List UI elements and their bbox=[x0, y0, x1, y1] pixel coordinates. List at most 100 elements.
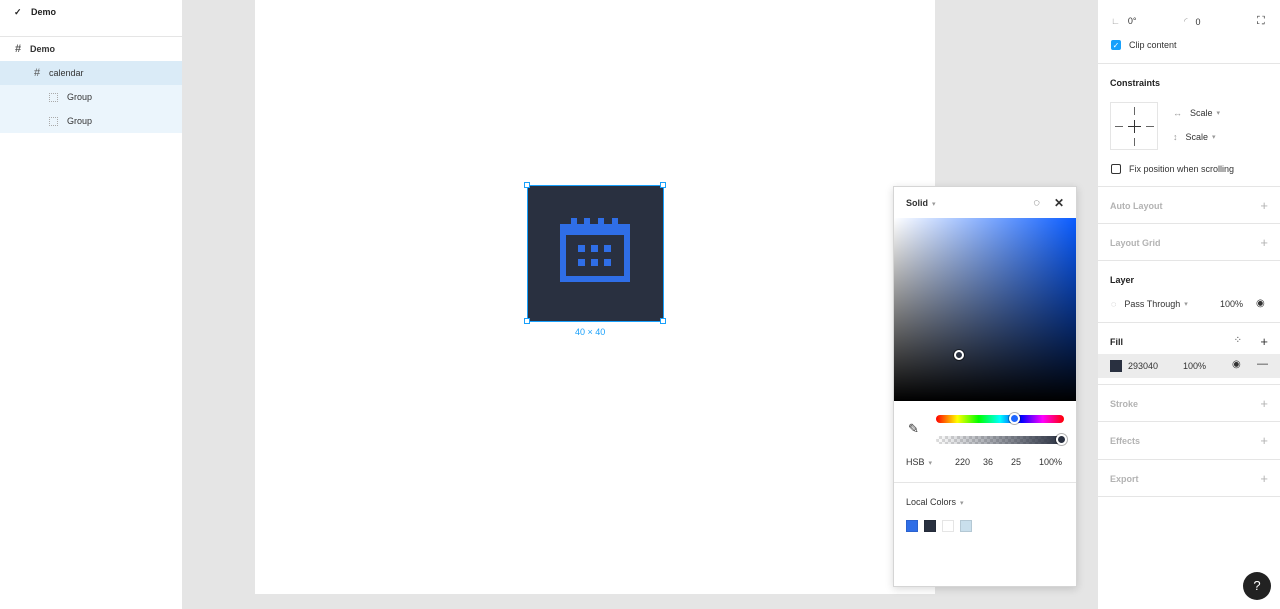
section-title: Stroke bbox=[1110, 399, 1139, 409]
section-title: Fill bbox=[1110, 337, 1123, 347]
section-title: Auto Layout bbox=[1110, 201, 1163, 211]
color-picker: Solid ▾ ◌ ✕ ✎ HSB ▾ 220 36 25 100% Local C… bbox=[893, 186, 1077, 587]
color-cursor[interactable] bbox=[954, 350, 964, 360]
constraint-label: Scale bbox=[1190, 108, 1213, 118]
saturation-brightness-area[interactable] bbox=[894, 218, 1076, 401]
saturation-input[interactable]: 36 bbox=[983, 457, 993, 467]
local-colors: Local Colors ▾ bbox=[894, 483, 1076, 532]
section-title: Export bbox=[1110, 474, 1139, 484]
add-effect-icon[interactable]: + bbox=[1260, 433, 1268, 448]
properties-panel: ∟ 0° ◜ 0 ⛶ ✓ Clip content Constraints ↔ … bbox=[1097, 0, 1280, 609]
close-icon[interactable]: ✕ bbox=[1054, 196, 1064, 210]
vertical-arrows-icon: ↕ bbox=[1173, 132, 1178, 142]
vertical-constraint-dropdown[interactable]: ↕ Scale ▾ bbox=[1173, 132, 1216, 142]
layer-calendar-frame[interactable]: # calendar bbox=[0, 61, 182, 85]
frame-section: ∟ 0° ◜ 0 ⛶ ✓ Clip content bbox=[1098, 0, 1280, 64]
chevron-down-icon: ▾ bbox=[932, 200, 936, 208]
blend-mode-dropdown[interactable]: ◌ Pass Through ▾ bbox=[1111, 299, 1188, 309]
color-swatch[interactable] bbox=[960, 520, 972, 532]
remove-fill-icon[interactable]: — bbox=[1257, 358, 1268, 370]
radius-field[interactable]: ◜ 0 bbox=[1184, 16, 1201, 27]
color-model-label: HSB bbox=[906, 457, 925, 467]
resize-handle-nw[interactable] bbox=[524, 182, 530, 188]
section-title: Constraints bbox=[1110, 78, 1161, 88]
independent-corners-icon[interactable]: ⛶ bbox=[1257, 15, 1265, 28]
fill-color-chip[interactable] bbox=[1110, 360, 1122, 372]
fill-row[interactable]: 293040 100% ◉ — bbox=[1098, 354, 1280, 378]
chevron-down-icon: ▾ bbox=[928, 460, 933, 467]
add-export-icon[interactable]: + bbox=[1260, 471, 1268, 486]
layer-group[interactable]: Group bbox=[0, 109, 182, 133]
fill-opacity-input[interactable]: 100% bbox=[1183, 361, 1206, 371]
layer-label: Group bbox=[67, 116, 93, 126]
hue-knob[interactable] bbox=[1009, 413, 1021, 424]
swatch-list bbox=[906, 520, 1064, 532]
export-section: Export + bbox=[1098, 460, 1280, 497]
stroke-section: Stroke + bbox=[1098, 385, 1280, 422]
opacity-slider[interactable] bbox=[936, 434, 1067, 445]
add-stroke-icon[interactable]: + bbox=[1260, 396, 1268, 411]
brightness-input[interactable]: 25 bbox=[1011, 457, 1021, 467]
constraints-section: Constraints ↔ Scale ▾ ↕ Scale ▾ Fix posi… bbox=[1098, 64, 1280, 187]
eye-icon[interactable]: ◉ bbox=[1232, 359, 1241, 370]
add-fill-icon[interactable]: + bbox=[1260, 334, 1268, 349]
layer-label: calendar bbox=[49, 68, 84, 78]
layers-panel: ✓ Demo # Demo # calendar Group Group bbox=[0, 0, 183, 609]
clip-content-checkbox[interactable]: ✓ Clip content bbox=[1111, 40, 1177, 50]
size-label: 40 × 40 bbox=[575, 327, 606, 337]
constraints-widget[interactable] bbox=[1110, 102, 1158, 150]
fix-position-checkbox[interactable]: Fix position when scrolling bbox=[1111, 164, 1234, 174]
check-icon: ✓ bbox=[14, 6, 22, 17]
effects-section: Effects + bbox=[1098, 422, 1280, 460]
eye-icon[interactable]: ◉ bbox=[1256, 298, 1265, 309]
layer-label: Demo bbox=[30, 44, 56, 54]
color-model-dropdown[interactable]: HSB ▾ bbox=[906, 457, 932, 467]
chevron-down-icon: ▾ bbox=[1216, 110, 1221, 117]
resize-handle-se[interactable] bbox=[660, 318, 666, 324]
local-colors-label: Local Colors bbox=[906, 497, 957, 507]
page-name: Demo bbox=[31, 7, 57, 17]
frame-icon: # bbox=[33, 67, 41, 79]
layer-opacity-input[interactable]: 100% bbox=[1220, 299, 1243, 309]
group-icon bbox=[49, 92, 58, 102]
blend-drop-icon[interactable]: ◌ bbox=[1033, 197, 1040, 209]
add-layout-grid-icon[interactable]: + bbox=[1260, 235, 1268, 250]
constraint-label: Scale bbox=[1185, 132, 1209, 142]
radius-value: 0 bbox=[1195, 16, 1201, 27]
section-title: Layer bbox=[1110, 275, 1135, 285]
resize-handle-ne[interactable] bbox=[660, 182, 666, 188]
eyedropper-icon[interactable]: ✎ bbox=[908, 421, 919, 437]
group-icon bbox=[49, 116, 58, 126]
resize-handle-sw[interactable] bbox=[524, 318, 530, 324]
color-swatch[interactable] bbox=[942, 520, 954, 532]
section-title: Effects bbox=[1110, 436, 1141, 446]
style-grid-icon[interactable]: ⁘ bbox=[1234, 335, 1242, 346]
local-colors-dropdown[interactable]: Local Colors ▾ bbox=[906, 497, 964, 507]
fill-type-dropdown[interactable]: Solid ▾ bbox=[906, 198, 936, 208]
hue-input[interactable]: 220 bbox=[955, 457, 970, 467]
rotation-field[interactable]: ∟ 0° bbox=[1111, 16, 1136, 26]
color-swatch[interactable] bbox=[906, 520, 918, 532]
auto-layout-section: Auto Layout + bbox=[1098, 187, 1280, 224]
angle-icon: ∟ bbox=[1111, 16, 1120, 26]
add-auto-layout-icon[interactable]: + bbox=[1260, 198, 1268, 213]
color-swatch[interactable] bbox=[924, 520, 936, 532]
layer-demo-frame[interactable]: # Demo bbox=[0, 37, 182, 61]
layer-section: Layer ◌ Pass Through ▾ 100% ◉ bbox=[1098, 261, 1280, 323]
fill-hex-input[interactable]: 293040 bbox=[1128, 361, 1158, 371]
layer-group[interactable]: Group bbox=[0, 85, 182, 109]
opacity-knob[interactable] bbox=[1056, 434, 1067, 445]
help-button[interactable]: ? bbox=[1243, 572, 1271, 600]
blend-drop-icon: ◌ bbox=[1111, 299, 1117, 309]
page-selector[interactable]: ✓ Demo bbox=[0, 0, 182, 24]
blend-mode-label: Pass Through bbox=[1124, 299, 1181, 309]
clip-content-label: Clip content bbox=[1129, 40, 1177, 50]
section-title: Layout Grid bbox=[1110, 238, 1161, 248]
alpha-input[interactable]: 100% bbox=[1039, 457, 1062, 467]
selection-box bbox=[527, 185, 664, 322]
picker-header: Solid ▾ ◌ ✕ bbox=[894, 187, 1076, 218]
horizontal-constraint-dropdown[interactable]: ↔ Scale ▾ bbox=[1173, 108, 1220, 118]
horizontal-arrows-icon: ↔ bbox=[1173, 108, 1182, 118]
hue-slider[interactable] bbox=[936, 413, 1064, 424]
layer-label: Group bbox=[67, 92, 93, 102]
